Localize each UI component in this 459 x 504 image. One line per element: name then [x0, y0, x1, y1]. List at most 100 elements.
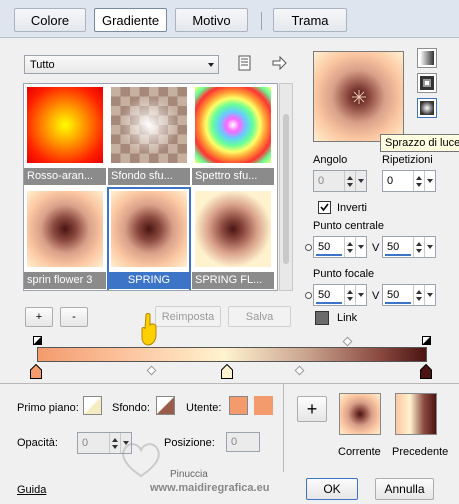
remove-gradient-button[interactable]: - [60, 307, 88, 327]
reset-button[interactable]: Reimposta [155, 306, 221, 327]
watermark-name: Pinuccia [170, 469, 208, 480]
angle-stepper[interactable] [344, 171, 355, 191]
center-v-value: 50 [387, 241, 400, 253]
tooltip: Sprazzo di luce [380, 134, 459, 152]
current-label: Corrente [338, 446, 381, 458]
invert-checkbox[interactable] [318, 201, 331, 214]
gradient-preview[interactable] [313, 51, 404, 142]
chevron-down-icon[interactable] [355, 237, 366, 257]
color-midpoint[interactable] [146, 365, 157, 376]
repeats-stepper[interactable] [413, 171, 424, 191]
scrollbar-thumb[interactable] [283, 114, 289, 264]
rectangular-style-icon[interactable] [417, 73, 437, 93]
position-value: 0 [231, 436, 238, 448]
chevron-down-icon[interactable] [355, 285, 366, 305]
focal-h-stepper[interactable] [344, 285, 355, 305]
user-swatch-active[interactable] [229, 396, 248, 415]
focal-point-label: Punto focale [313, 268, 375, 280]
tab-colore[interactable]: Colore [14, 8, 86, 32]
background-swatch[interactable] [156, 396, 175, 415]
sunburst-style-icon[interactable] [417, 98, 437, 118]
watermark-heart-icon [118, 436, 164, 482]
category-select[interactable]: Tutto [24, 55, 219, 74]
center-v-field[interactable]: 50 [382, 236, 436, 258]
gradient-label: sprin flower 3 [24, 272, 106, 289]
center-v-stepper[interactable] [413, 237, 424, 257]
repeats-field[interactable]: 0 [382, 170, 436, 192]
gradient-item[interactable]: Spettro sfu... [192, 84, 274, 187]
arrow-right-icon[interactable] [270, 54, 288, 72]
linear-style-icon[interactable] [417, 48, 437, 68]
color-stop-right[interactable] [420, 363, 432, 379]
center-h-field[interactable]: 50 [313, 236, 367, 258]
chevron-down-icon[interactable] [355, 171, 366, 191]
opacity-stop-right[interactable] [422, 336, 431, 345]
gradient-list-scrollbar[interactable] [279, 83, 293, 291]
gradient-label: Rosso-aran... [24, 168, 106, 185]
ok-button[interactable]: OK [306, 478, 358, 500]
gradient-item[interactable]: SPRING FL... [192, 188, 274, 290]
gradient-thumbnail [111, 87, 187, 163]
gradient-editor-bar[interactable] [37, 347, 427, 362]
center-point-radio[interactable] [305, 244, 312, 251]
repeats-label: Ripetizioni [382, 154, 433, 166]
color-stop-left[interactable] [30, 363, 42, 379]
color-stop-middle[interactable] [221, 363, 233, 379]
angle-value: 0 [318, 175, 325, 187]
center-point-icon [352, 90, 366, 104]
gradient-thumbnail [195, 87, 271, 163]
gradient-thumbnail [195, 191, 271, 267]
focal-v-slider[interactable] [385, 302, 411, 304]
color-midpoint[interactable] [294, 365, 305, 376]
user-swatch[interactable] [254, 396, 273, 415]
focal-v-label: V [372, 290, 380, 302]
chevron-down-icon[interactable] [424, 237, 435, 257]
tab-bar: Colore Gradiente Motivo Trama [0, 0, 459, 38]
gradient-item[interactable]: sprin flower 3 [24, 188, 106, 290]
link-label: Link [337, 312, 358, 324]
center-v-slider[interactable] [385, 254, 411, 256]
focal-point-radio[interactable] [305, 292, 312, 299]
add-gradient-button[interactable]: + [25, 307, 53, 327]
gradient-item[interactable]: Rosso-aran... [24, 84, 106, 187]
gradient-item[interactable]: Sfondo sfu... [108, 84, 190, 187]
opacity-value: 0 [82, 437, 89, 449]
focal-h-field[interactable]: 50 [313, 284, 367, 306]
tab-motivo[interactable]: Motivo [175, 8, 248, 32]
position-label: Posizione: [164, 437, 215, 449]
watermark-url: www.maidiregrafica.eu [150, 482, 270, 494]
add-to-swatches-button[interactable]: + [297, 396, 327, 422]
gradient-label: Spettro sfu... [192, 168, 274, 185]
link-toggle[interactable] [315, 311, 329, 325]
gradient-item-selected[interactable]: SPRING [107, 187, 191, 290]
gradient-label: SPRING FL... [192, 272, 274, 289]
foreground-swatch[interactable] [83, 396, 102, 415]
tab-gradiente[interactable]: Gradiente [94, 8, 167, 32]
help-link[interactable]: Guida [17, 484, 46, 496]
cancel-button[interactable]: Annulla [375, 478, 434, 500]
center-h-slider[interactable] [316, 254, 342, 256]
opacity-stop-left[interactable] [33, 336, 42, 345]
foreground-label: Primo piano: [17, 402, 79, 414]
previous-gradient-swatch[interactable] [395, 393, 437, 435]
background-label: Sfondo: [112, 402, 150, 414]
focal-v-stepper[interactable] [413, 285, 424, 305]
tab-separator [261, 12, 262, 30]
position-field[interactable]: 0 [226, 432, 260, 452]
angle-field[interactable]: 0 [313, 170, 367, 192]
opacity-midpoint[interactable] [342, 336, 353, 347]
gradient-list: Rosso-aran... Sfondo sfu... Spettro sfu.… [23, 83, 278, 291]
file-icon[interactable] [236, 54, 254, 72]
chevron-down-icon[interactable] [424, 171, 435, 191]
chevron-down-icon[interactable] [424, 285, 435, 305]
focal-v-value: 50 [387, 289, 400, 301]
save-button[interactable]: Salva [228, 306, 291, 327]
focal-v-field[interactable]: 50 [382, 284, 436, 306]
invert-label: Inverti [337, 202, 367, 214]
tab-trama[interactable]: Trama [273, 8, 347, 32]
current-gradient-swatch[interactable] [339, 393, 381, 435]
gradient-label: Sfondo sfu... [108, 168, 190, 185]
center-h-stepper[interactable] [344, 237, 355, 257]
focal-h-slider[interactable] [316, 302, 342, 304]
divider [283, 384, 284, 472]
